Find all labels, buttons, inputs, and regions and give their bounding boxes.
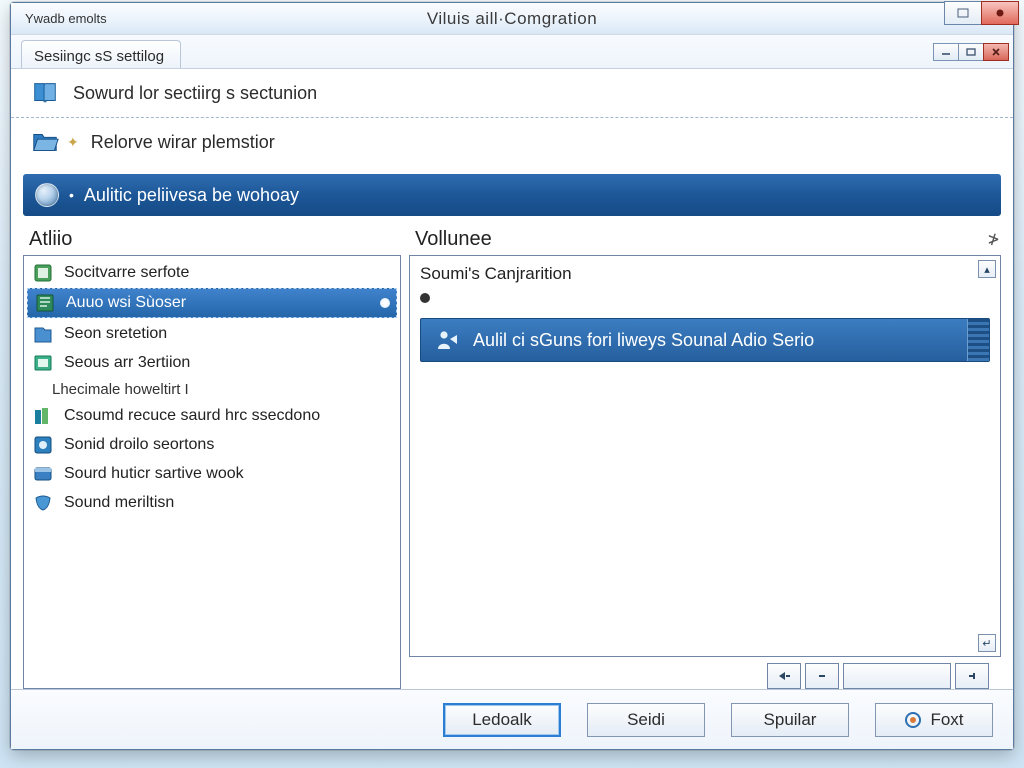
- detail-panel: ▴ Soumi's Canjrarition Aulil ci sGuns fo…: [409, 255, 1001, 657]
- list-item-label: Lhecimale howeltirt I: [52, 381, 189, 398]
- list-item[interactable]: Seon sretetion: [26, 319, 398, 348]
- last-button[interactable]: Foxt: [875, 703, 993, 737]
- secondary-button-2-label: Spuilar: [764, 710, 817, 730]
- category-list[interactable]: Socitvarre serfote Auuo wsi Sùoser Seon sr…: [23, 255, 401, 689]
- sparkle-icon: ✦: [67, 134, 79, 151]
- app-label: Ywadb emolts: [25, 11, 107, 26]
- list-item-label: Socitvarre serfote: [64, 264, 189, 282]
- tab-settings[interactable]: Sesiingc sS settilog: [21, 40, 181, 68]
- section-banner-label: Aulitic peliivesa be wohoay: [84, 185, 299, 206]
- list-item[interactable]: Lhecimale howeltirt I: [26, 377, 398, 401]
- tabstrip: Sesiingc sS settilog: [11, 35, 1013, 69]
- primary-action-label: Ledoalk: [472, 710, 532, 730]
- section-banner: • Aulitic peliivesa be wohoay: [23, 174, 1001, 216]
- book-icon: [29, 77, 61, 109]
- list-item[interactable]: Csoumd recuce saurd hrc ssecdono: [26, 401, 398, 430]
- bullet-icon: [420, 293, 430, 303]
- person-icon: [435, 328, 459, 352]
- list-item-icon: [32, 463, 54, 485]
- list-item[interactable]: Sourd huticr sartive wook: [26, 459, 398, 488]
- secondary-button-2[interactable]: Spuilar: [731, 703, 849, 737]
- dialog-footer: Ledoalk Seidi Spuilar Foxt: [11, 689, 1013, 749]
- list-item-icon: [34, 292, 56, 314]
- sec-close-button[interactable]: [983, 43, 1009, 61]
- list-item-label: Sourd huticr sartive wook: [64, 465, 244, 483]
- right-column-header-label: Vollunee: [415, 228, 492, 251]
- selected-device-label: Aulil ci sGuns fori liweys Sounal Adio S…: [473, 330, 814, 351]
- selected-device[interactable]: Aulil ci sGuns fori liweys Sounal Adio S…: [420, 318, 990, 362]
- window-title: Viluis aill·Comgration: [11, 9, 1013, 29]
- left-column-header: Atliio: [23, 226, 401, 255]
- right-column-header: Vollunee ≯: [409, 226, 1001, 255]
- minimize-button[interactable]: [944, 1, 982, 25]
- window-controls: [944, 1, 1019, 25]
- header-row-restore-label: Relorve wirar plemstior: [91, 132, 275, 153]
- globe-icon: [35, 183, 59, 207]
- close-button[interactable]: [981, 1, 1019, 25]
- secondary-button-1-label: Seidi: [627, 710, 665, 730]
- header-row-restore[interactable]: ✦ Relorve wirar plemstior: [11, 118, 1013, 166]
- list-item-icon: [32, 352, 54, 374]
- left-column-header-label: Atliio: [29, 228, 72, 251]
- prev-item-button[interactable]: [767, 663, 801, 689]
- config-window: Ywadb emolts Viluis aill·Comgration: [10, 2, 1014, 750]
- circle-icon: [904, 711, 922, 729]
- tab-settings-label: Sesiingc sS settilog: [34, 48, 164, 65]
- secondary-button-1[interactable]: Seidi: [587, 703, 705, 737]
- titlebar: Ywadb emolts Viluis aill·Comgration: [11, 3, 1013, 35]
- folder-icon: [29, 126, 61, 158]
- sec-maximize-button[interactable]: [958, 43, 984, 61]
- last-button-label: Foxt: [930, 710, 963, 730]
- list-item-label: Seous arr 3ertiion: [64, 354, 190, 372]
- list-item-label: Auuo wsi Sùoser: [66, 294, 186, 312]
- list-item[interactable]: Sound meriltisn: [26, 488, 398, 517]
- titlebar-left: Ywadb emolts: [11, 11, 107, 26]
- scroll-down-icon[interactable]: ↵: [978, 634, 996, 652]
- list-item[interactable]: Seous arr 3ertiion: [26, 348, 398, 377]
- next-item-button[interactable]: [955, 663, 989, 689]
- primary-action-button[interactable]: Ledoalk: [443, 703, 561, 737]
- stop-item-button[interactable]: [805, 663, 839, 689]
- list-item-label: Seon sretetion: [64, 325, 167, 343]
- sec-minimize-button[interactable]: [933, 43, 959, 61]
- detail-subtitle: Soumi's Canjrarition: [420, 264, 990, 284]
- list-item[interactable]: Socitvarre serfote: [26, 258, 398, 287]
- list-item-icon: [32, 262, 54, 284]
- secondary-window-controls: [934, 43, 1009, 61]
- collapse-icon[interactable]: ≯: [988, 229, 999, 250]
- list-item-icon: [32, 405, 54, 427]
- list-item-label: Sound meriltisn: [64, 494, 174, 512]
- list-item[interactable]: Auuo wsi Sùoser: [27, 288, 397, 318]
- header-row-sound[interactable]: Sowurd lor sectiirg s sectunion: [11, 69, 1013, 118]
- scroll-up-icon[interactable]: ▴: [978, 260, 996, 278]
- list-item-label: Csoumd recuce saurd hrc ssecdono: [64, 407, 320, 425]
- list-item[interactable]: Sonid droilo seortons: [26, 430, 398, 459]
- grip-icon: [967, 319, 989, 361]
- list-item-label: Sonid droilo seortons: [64, 436, 214, 454]
- list-item-icon: [32, 492, 54, 514]
- header-row-sound-label: Sowurd lor sectiirg s sectunion: [73, 83, 317, 104]
- slider-placeholder[interactable]: [843, 663, 951, 689]
- list-item-icon: [32, 434, 54, 456]
- detail-toolbar: [409, 663, 989, 689]
- list-item-icon: [32, 323, 54, 345]
